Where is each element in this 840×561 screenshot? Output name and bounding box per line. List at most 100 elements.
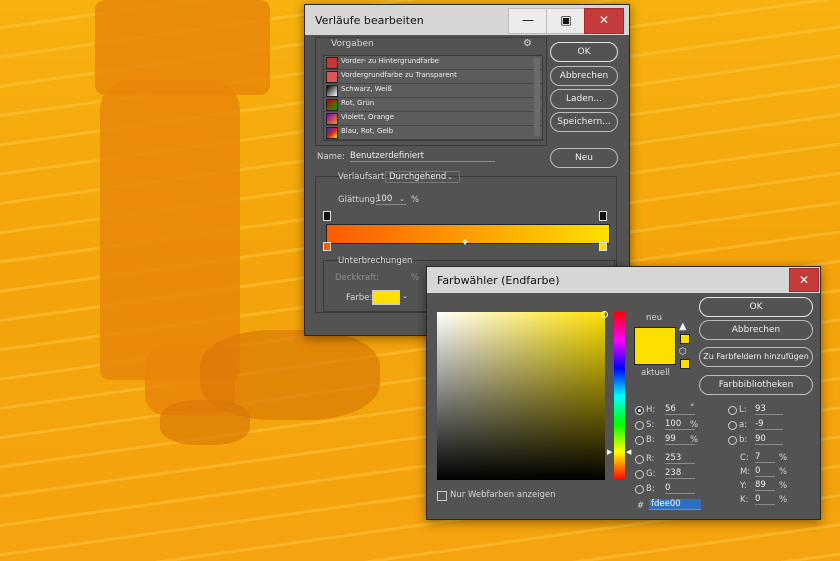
hex-field[interactable]: fdee00 <box>649 499 701 510</box>
radio-g[interactable] <box>635 470 644 479</box>
list-item[interactable]: Vorder- zu Hintergrundfarbe <box>324 56 542 70</box>
new-button[interactable]: Neu <box>550 148 618 168</box>
save-button[interactable]: Speichern... <box>550 112 618 132</box>
radio-s[interactable] <box>635 421 644 430</box>
radio-l[interactable] <box>728 406 737 415</box>
add-swatch-button[interactable]: Zu Farbfeldern hinzufügen <box>699 347 813 367</box>
c-field[interactable]: 7 <box>755 452 775 463</box>
color-swatch[interactable] <box>372 290 400 305</box>
cancel-button[interactable]: Abbrechen <box>550 66 618 86</box>
preset-swatch <box>326 99 338 111</box>
r-label: R: <box>646 454 655 464</box>
s-label: S: <box>646 420 655 430</box>
name-field[interactable]: Benutzerdefiniert <box>350 151 495 162</box>
m-field[interactable]: 0 <box>755 466 775 477</box>
y-field[interactable]: 89 <box>755 480 775 491</box>
dialog-title: Farbwähler (Endfarbe) <box>437 274 560 287</box>
radio-h[interactable] <box>635 406 644 415</box>
list-item[interactable]: Violett, Orange <box>324 112 542 126</box>
preset-name: Vordergrundfarbe zu Transparent <box>341 71 457 79</box>
b-label: B: <box>646 435 655 445</box>
l-field[interactable]: 93 <box>755 404 783 415</box>
preset-swatch <box>326 57 338 69</box>
lab-b-field[interactable]: 90 <box>755 434 783 445</box>
current-color-swatch[interactable] <box>634 360 676 365</box>
hue-slider[interactable] <box>614 312 625 480</box>
presets-scrollbar[interactable] <box>534 58 540 136</box>
m-label: M: <box>740 467 751 477</box>
close-button[interactable]: ✕ <box>584 8 624 34</box>
gradient-bar[interactable] <box>326 224 610 244</box>
title-bar[interactable]: Verläufe bearbeiten — ▣ ✕ <box>305 5 629 35</box>
l-label: L: <box>739 405 747 415</box>
c-label: C: <box>740 453 749 463</box>
radio-r[interactable] <box>635 455 644 464</box>
a-field[interactable]: -9 <box>755 419 783 430</box>
ok-button[interactable]: OK <box>699 297 813 317</box>
presets-label: Vorgaben <box>331 39 374 49</box>
list-item[interactable]: Vordergrundfarbe zu Transparent <box>324 70 542 84</box>
radio-b[interactable] <box>635 436 644 445</box>
opacity-stop-right[interactable] <box>599 211 607 221</box>
skateboard <box>160 400 250 445</box>
color-stop-right[interactable] <box>599 242 607 251</box>
web-swatch[interactable] <box>680 359 690 369</box>
preset-swatch <box>326 85 338 97</box>
color-field[interactable] <box>437 312 605 480</box>
web-cube-icon[interactable]: ⬡ <box>679 347 687 357</box>
chevron-down-icon: ⌄ <box>399 195 405 203</box>
warning-icon[interactable]: ▲ <box>679 321 687 332</box>
gear-icon[interactable]: ⚙ <box>523 38 532 49</box>
list-item[interactable]: Rot, Grün <box>324 98 542 112</box>
k-field[interactable]: 0 <box>755 494 775 505</box>
web-only-checkbox[interactable] <box>437 491 447 501</box>
dialog-title: Verläufe bearbeiten <box>315 14 424 27</box>
type-label: Verlaufsart: <box>338 172 388 182</box>
load-button[interactable]: Laden... <box>550 89 618 109</box>
hue-slider-arrow-right: ◀ <box>626 448 632 456</box>
stops-label: Unterbrechungen <box>338 256 413 266</box>
opacity-label: Deckkraft: <box>335 273 380 283</box>
r-field[interactable]: 253 <box>665 453 695 464</box>
smooth-unit: % <box>411 195 420 205</box>
list-item[interactable]: Blau, Rot, Gelb <box>324 126 542 140</box>
chevron-down-icon[interactable]: ⌄ <box>402 292 408 300</box>
s-unit: % <box>690 420 699 430</box>
opacity-unit: % <box>411 273 420 283</box>
name-label: Name: <box>317 152 345 162</box>
g-field[interactable]: 238 <box>665 468 695 479</box>
maximize-button[interactable]: ▣ <box>546 8 586 34</box>
radio-a[interactable] <box>728 421 737 430</box>
y-unit: % <box>779 481 788 491</box>
person-legs <box>100 80 240 380</box>
hex-label: # <box>637 501 645 511</box>
chevron-down-icon: ⌄ <box>447 173 453 181</box>
minimize-button[interactable]: — <box>508 8 548 34</box>
radio-blue[interactable] <box>635 485 644 494</box>
k-label: K: <box>740 495 749 505</box>
preset-name: Blau, Rot, Gelb <box>341 127 394 135</box>
ok-button[interactable]: OK <box>550 42 618 62</box>
title-bar[interactable]: Farbwähler (Endfarbe) ✕ <box>427 267 820 293</box>
c-unit: % <box>779 453 788 463</box>
color-libraries-button[interactable]: Farbbibliotheken <box>699 375 813 395</box>
gamut-swatch[interactable] <box>680 334 690 344</box>
radio-lab-b[interactable] <box>728 436 737 445</box>
b-unit: % <box>690 435 699 445</box>
close-button[interactable]: ✕ <box>789 268 819 292</box>
blue-field[interactable]: 0 <box>665 483 695 494</box>
color-field-cursor <box>601 311 608 318</box>
color-stop-left[interactable] <box>323 242 331 251</box>
preset-name: Schwarz, Weiß <box>341 85 392 93</box>
opacity-stop-left[interactable] <box>323 211 331 221</box>
h-unit: ° <box>690 403 695 413</box>
preset-swatch <box>326 71 338 83</box>
g-label: G: <box>646 469 656 479</box>
blue-label: B: <box>646 484 655 494</box>
k-unit: % <box>779 495 788 505</box>
preset-name: Rot, Grün <box>341 99 375 107</box>
list-item[interactable]: Schwarz, Weiß <box>324 84 542 98</box>
preset-name: Violett, Orange <box>341 113 394 121</box>
cancel-button[interactable]: Abbrechen <box>699 320 813 340</box>
preset-swatch <box>326 113 338 125</box>
